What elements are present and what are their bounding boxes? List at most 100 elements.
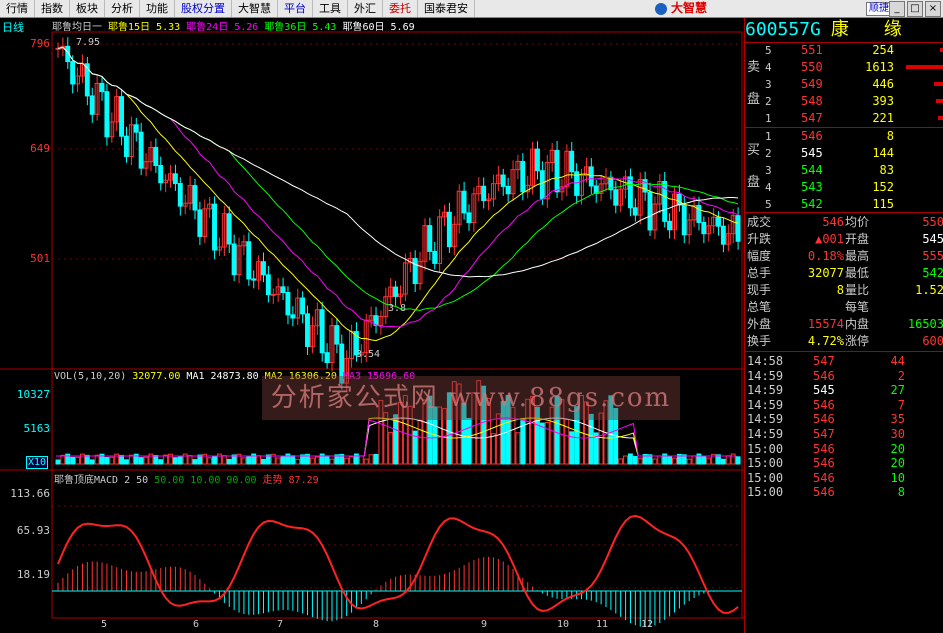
candle-body: [681, 204, 687, 236]
ask-volume-bar: [934, 82, 943, 86]
candle-body: [305, 313, 310, 347]
menu-item[interactable]: 平台: [278, 0, 313, 17]
stock-code[interactable]: 600557G: [745, 19, 821, 40]
stat-key: 最低: [845, 266, 870, 280]
tick-volume: 10: [890, 470, 905, 485]
tick-row[interactable]: 14:59 546 7: [745, 398, 943, 413]
volume-bar: [627, 453, 633, 465]
menu-item[interactable]: 工具: [313, 0, 348, 17]
close-button[interactable]: ×: [925, 1, 941, 17]
candle-body: [324, 352, 330, 364]
maximize-button[interactable]: □: [907, 1, 923, 17]
candle-body: [427, 225, 433, 252]
mid-price-label: 3.8: [388, 303, 407, 314]
candle-body: [133, 124, 139, 133]
menu-item[interactable]: 国泰君安: [418, 0, 475, 17]
legend-entry: 耶鲁均日一: [52, 22, 102, 33]
tick-time: 15:00: [747, 441, 784, 456]
volume-bar: [652, 458, 658, 465]
candle-body: [393, 286, 399, 297]
tick-row[interactable]: 15:00 546 20: [745, 456, 943, 471]
menu-item[interactable]: 板块: [70, 0, 105, 17]
bid-level: 5: [765, 198, 772, 211]
tick-row[interactable]: 15:00 546 10: [745, 471, 943, 486]
bid-row[interactable]: 3 544 83: [745, 162, 943, 179]
stat-value: 546: [822, 215, 844, 229]
volume-bar: [588, 413, 594, 465]
ask-row[interactable]: 1 547 221: [745, 110, 943, 127]
bid-volume: 152: [872, 180, 894, 194]
candle-body: [676, 193, 682, 206]
tick-volume: 20: [890, 441, 905, 456]
tick-row[interactable]: 14:59 547 30: [745, 427, 943, 442]
volume-bar: [143, 456, 149, 465]
bid-price: 543: [801, 180, 823, 194]
bid-row[interactable]: 2 545 144: [745, 145, 943, 162]
bid-volume: 115: [872, 197, 894, 211]
tick-row[interactable]: 14:59 546 35: [745, 412, 943, 427]
volume-axis-top: 10327: [16, 388, 50, 401]
tick-row[interactable]: 15:00 546 8: [745, 485, 943, 500]
ask-row[interactable]: 5 551 254: [745, 42, 943, 59]
stat-key: 最高: [845, 249, 870, 263]
stat-value: 16503: [907, 317, 943, 331]
volume-bar: [363, 458, 369, 465]
menu-item[interactable]: 指数: [35, 0, 70, 17]
chart-frame: [51, 31, 743, 619]
volume-bar: [212, 456, 217, 465]
volume-scale-badge: X10: [26, 456, 49, 469]
brand-name: 大智慧: [671, 1, 708, 15]
menu-item[interactable]: 股权分置: [175, 0, 232, 17]
bid-row[interactable]: 5 542 115: [745, 196, 943, 213]
tick-volume: 44: [890, 354, 905, 368]
volume-bar: [329, 458, 335, 465]
volume-bar: [720, 458, 726, 465]
menu-item[interactable]: 大智慧: [232, 0, 278, 17]
volume-bar: [417, 419, 423, 465]
tick-row[interactable]: 14:58 547 44: [745, 354, 943, 369]
ask-level: 3: [765, 78, 772, 91]
ask-row[interactable]: 4 550 1613: [745, 59, 943, 76]
candle-body: [104, 91, 110, 138]
ask-row[interactable]: 2 548 393: [745, 93, 943, 110]
candle-body: [300, 297, 306, 315]
tick-price: 547: [813, 427, 835, 441]
stat-row: 幅度 0.18% 最高 555: [745, 248, 943, 265]
legend-entry: 走势 87.29: [262, 475, 319, 486]
menu-item[interactable]: 行情: [0, 0, 35, 17]
volume-bar: [623, 455, 628, 465]
bid-row[interactable]: 4 543 152: [745, 179, 943, 196]
stat-key: 均价: [845, 215, 870, 229]
minimize-button[interactable]: _: [889, 1, 905, 17]
period-label[interactable]: 日线: [2, 19, 24, 35]
volume-axis-mid: 5163: [23, 422, 51, 435]
tick-price: 545: [813, 383, 835, 398]
tick-row[interactable]: 14:59 545 27: [745, 383, 943, 398]
ask-row[interactable]: 3 549 446: [745, 76, 943, 93]
legend-entry: 耶鲁15日 5.33: [108, 22, 181, 33]
stat-row: 成交 546 均价 550: [745, 214, 943, 231]
stat-key: 升跌: [747, 232, 772, 246]
candle-body: [270, 293, 276, 296]
menu-item[interactable]: 功能: [140, 0, 175, 17]
volume-bar: [393, 414, 399, 465]
tick-row[interactable]: 15:00 546 20: [745, 442, 943, 457]
tick-row[interactable]: 14:59 546 2: [745, 369, 943, 384]
menu-item[interactable]: 外汇: [348, 0, 383, 17]
menu-item[interactable]: 分析: [105, 0, 140, 17]
tick-time: 14:59: [747, 383, 784, 398]
candle-body: [231, 243, 237, 276]
candle-body: [554, 149, 560, 193]
tick-volume: 2: [897, 368, 905, 383]
tick-time: 14:58: [747, 354, 784, 368]
menu-item[interactable]: 委托: [383, 0, 418, 17]
bid-price: 544: [801, 163, 823, 177]
legend-entry: 耶鲁24日 5.26: [186, 22, 259, 33]
bid-row[interactable]: 1 546 8: [745, 128, 943, 145]
stat-row: 外盘 15574 内盘 16503: [745, 316, 943, 333]
volume-bar: [55, 459, 61, 465]
volume-bar: [373, 453, 379, 465]
candle-body: [432, 250, 438, 264]
kline-chart[interactable]: [0, 18, 744, 633]
volume-bar: [104, 457, 110, 465]
